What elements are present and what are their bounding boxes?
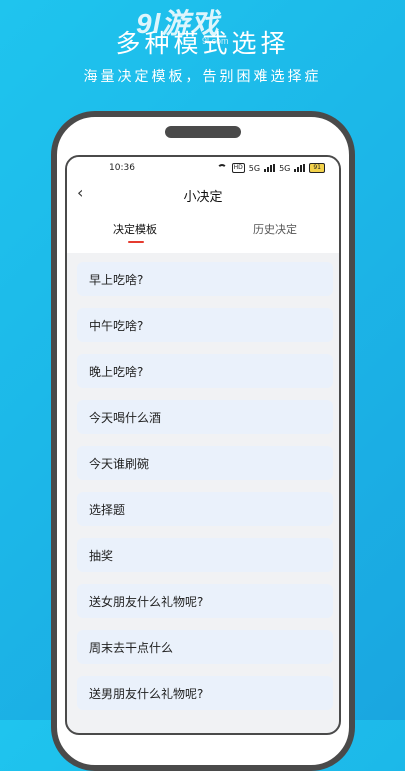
signal-label-2: 5G [279, 163, 291, 173]
signal-icon-2 [294, 164, 306, 172]
list-item[interactable]: 今天谁刷碗 [77, 446, 333, 480]
list-item[interactable]: 抽奖 [77, 538, 333, 572]
tab-history[interactable]: 历史决定 [253, 221, 297, 237]
list-item[interactable]: 今天喝什么酒 [77, 400, 333, 434]
list-item[interactable]: 周末去干点什么 [77, 630, 333, 664]
watermark-logo: 9l游戏 9l.com [136, 2, 229, 46]
wifi-icon [216, 164, 228, 172]
list-item[interactable]: 早上吃啥? [77, 262, 333, 296]
list-item[interactable]: 送男朋友什么礼物呢? [77, 676, 333, 710]
promo-subline: 海量决定模板，告别困难选择症 [83, 69, 322, 85]
list-item[interactable]: 中午吃啥? [77, 308, 333, 342]
watermark-text: 9l游戏 [136, 8, 220, 39]
active-tab-indicator [128, 241, 144, 243]
list-item[interactable]: 送女朋友什么礼物呢? [77, 584, 333, 618]
phone-screen: 10:36 HD 5G 5G 91 ‹ 小决定 决定模板 历史决定 早上吃啥? … [65, 155, 341, 735]
signal-label-1: 5G [248, 163, 261, 173]
status-bar: 10:36 HD 5G 5G 91 [67, 163, 339, 179]
list-item[interactable]: 选择题 [77, 492, 333, 526]
page-title: 小决定 [183, 190, 223, 205]
template-list: 早上吃啥? 中午吃啥? 晚上吃啥? 今天喝什么酒 今天谁刷碗 选择题 抽奖 送女… [77, 262, 333, 722]
battery-icon: 91 [309, 163, 325, 173]
signal-icon-1 [264, 164, 276, 172]
tab-templates[interactable]: 决定模板 [113, 221, 157, 237]
status-icons: HD 5G 5G 91 [216, 163, 325, 173]
phone-speaker [165, 126, 241, 138]
watermark-url: 9l.com [202, 36, 229, 46]
app-header: 10:36 HD 5G 5G 91 ‹ 小决定 决定模板 历史决定 [67, 157, 339, 253]
hd-badge: HD [231, 163, 245, 173]
status-time: 10:36 [109, 163, 135, 173]
list-item[interactable]: 晚上吃啥? [77, 354, 333, 388]
